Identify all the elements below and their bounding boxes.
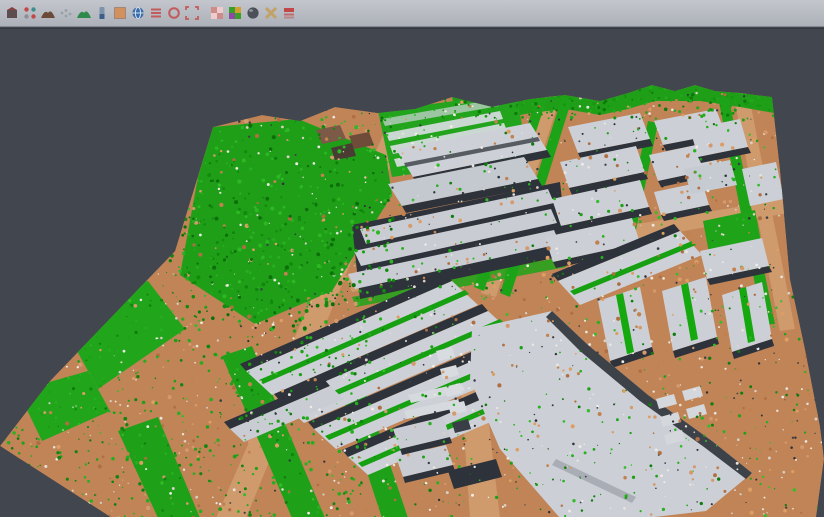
points-icon[interactable] [58,5,74,21]
point-cloud-canvas[interactable] [0,29,824,517]
profile-icon[interactable] [94,5,110,21]
measure-icon[interactable] [263,5,279,21]
application-window [0,0,824,517]
list-red-icon[interactable] [148,5,164,21]
open-project-icon[interactable] [4,5,20,21]
orange-layer-icon[interactable] [112,5,128,21]
globe-icon[interactable] [130,5,146,21]
layers-red-icon[interactable] [281,5,297,21]
terrain-green-icon[interactable] [76,5,92,21]
terrain-brown-icon[interactable] [40,5,56,21]
viewport-3d[interactable] [0,28,824,517]
sphere-icon[interactable] [245,5,261,21]
classify-points-icon[interactable] [22,5,38,21]
toolbar [0,0,824,27]
grid-pink-icon[interactable] [209,5,225,21]
target-icon[interactable] [166,5,182,21]
selection-icon[interactable] [184,5,200,21]
classification-colors-icon[interactable] [227,5,243,21]
